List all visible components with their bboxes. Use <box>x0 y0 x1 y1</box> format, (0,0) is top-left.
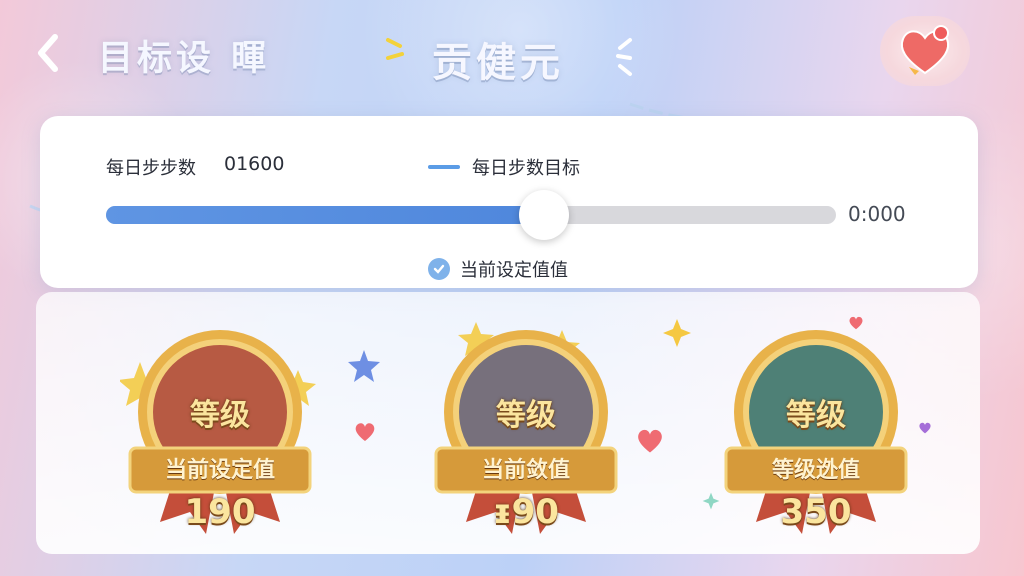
heart-icon <box>919 422 931 434</box>
back-button[interactable] <box>28 30 68 76</box>
sparkle-deco-icon <box>616 38 632 76</box>
medal-level-label: 等级 <box>190 398 250 433</box>
center-title: 贡健元 <box>432 40 564 86</box>
medal-value: 190 <box>184 492 256 532</box>
sparkle-icon <box>702 492 720 510</box>
medal-value: 350 <box>780 492 852 532</box>
steps-label: 每日步步数 <box>106 158 196 179</box>
level-medal-target[interactable]: 等级 等级迯值 350 <box>716 322 916 542</box>
steps-value: 01600 <box>224 153 285 175</box>
medal-value: ᵻ90 <box>493 492 559 532</box>
legend-label: 每日步数目标 <box>472 158 580 179</box>
chevron-left-icon <box>38 34 58 72</box>
medal-ribbon-label: 当前敛值 <box>481 458 570 483</box>
current-value-label: 当前设定值值 <box>460 260 568 281</box>
level-medal-converged[interactable]: 等级 当前敛值 ᵻ90 <box>426 322 626 542</box>
favorite-button[interactable] <box>880 16 970 86</box>
step-goal-card: 每日步步数 01600 每日步数目标 0:000 当前设定值值 <box>40 116 978 288</box>
page-title: 目标设 暉 <box>98 39 271 79</box>
blue-star-icon <box>348 350 380 382</box>
legend: 每日步数目标 <box>428 154 580 180</box>
medal-ribbon-label: 等级迯值 <box>771 458 860 483</box>
level-medal-current[interactable]: 等级 当前设定值 190 <box>120 322 320 542</box>
heart-icon <box>849 316 863 330</box>
current-value-row: 当前设定值值 <box>428 256 568 282</box>
medal-level-label: 等级 <box>786 398 846 433</box>
steps-slider[interactable] <box>106 190 836 240</box>
medal-ribbon-label: 当前设定值 <box>164 458 275 483</box>
gold-star-icon <box>663 319 691 347</box>
legend-line-icon <box>428 165 460 169</box>
heart-icon <box>638 429 662 453</box>
medal-level-label: 等级 <box>496 398 556 433</box>
level-medals-panel: 等级 当前设定值 190 等级 当前敛值 ᵻ90 等级 等级迯值 350 <box>36 292 980 554</box>
sparkle-deco-icon <box>386 38 404 60</box>
check-circle-icon <box>428 258 450 280</box>
heart-icon <box>355 423 375 441</box>
slider-thumb[interactable] <box>519 190 569 240</box>
slider-fill <box>106 206 544 224</box>
heart-icon <box>900 25 950 75</box>
slider-max-value: 0:000 <box>848 202 906 226</box>
